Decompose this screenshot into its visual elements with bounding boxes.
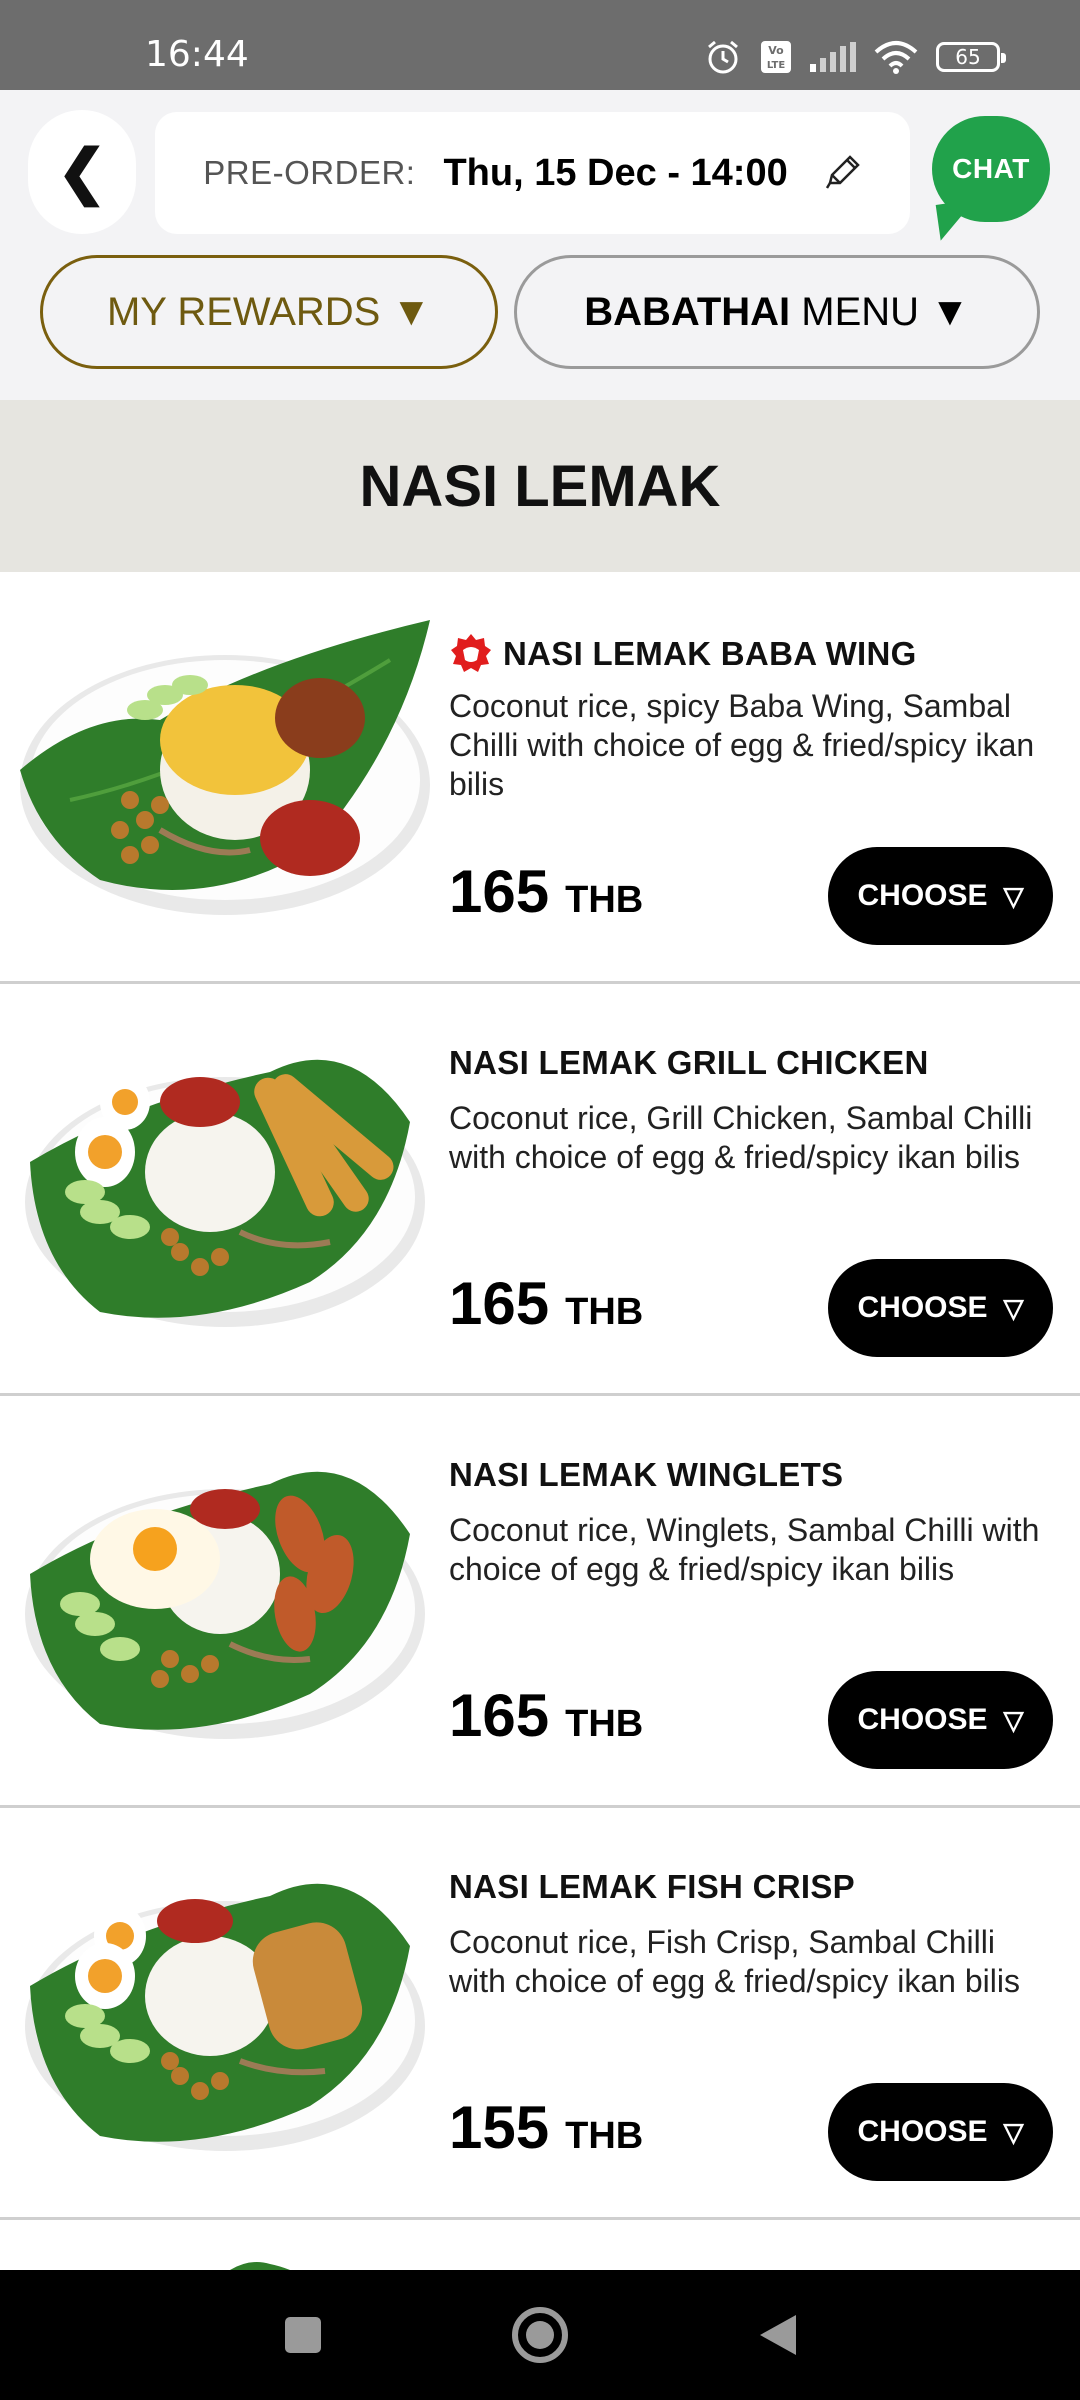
- item-price: 165 THB: [449, 1681, 643, 1750]
- item-price: 165 THB: [449, 857, 643, 926]
- choose-button[interactable]: CHOOSE ▽: [828, 1259, 1053, 1357]
- item-name-text: NASI LEMAK GRILL CHICKEN: [449, 1044, 929, 1081]
- triangle-down-icon: ▽: [1003, 1292, 1024, 1323]
- menu-item[interactable]: NASI LEMAK FISH CRISP Coconut rice, Fish…: [0, 1808, 1080, 2220]
- recent-apps-button[interactable]: [268, 2305, 338, 2365]
- section-title: NASI LEMAK: [0, 400, 1080, 572]
- item-price: 165 THB: [449, 1269, 643, 1338]
- svg-text:LTE: LTE: [767, 60, 786, 71]
- dish-image: [25, 1883, 425, 2151]
- price-amount: 165: [449, 1270, 550, 1337]
- home-circle-icon: [512, 2307, 568, 2363]
- triangle-down-icon: ▽: [1003, 880, 1024, 911]
- item-description: Coconut rice, Grill Chicken, Sambal Chil…: [449, 1100, 1033, 1175]
- item-name-text: NASI LEMAK WINGLETS: [449, 1456, 844, 1493]
- item-description: Coconut rice, Winglets, Sambal Chilli wi…: [449, 1512, 1040, 1587]
- price-currency: THB: [565, 879, 644, 921]
- price-amount: 165: [449, 1682, 550, 1749]
- dish-image-peek: [230, 2262, 290, 2270]
- choose-label: CHOOSE: [857, 2115, 988, 2148]
- menu-item[interactable]: NASI LEMAK GRILL CHICKEN Coconut rice, G…: [0, 984, 1080, 1396]
- price-currency: THB: [565, 1703, 644, 1745]
- status-bar: 16:44 Vo LTE 65: [0, 0, 1080, 90]
- menu-brand-label: BABATHAI: [584, 289, 791, 334]
- price-currency: THB: [565, 2115, 644, 2157]
- home-button[interactable]: [505, 2305, 575, 2365]
- preorder-label: PRE-ORDER:: [203, 154, 416, 191]
- choose-label: CHOOSE: [857, 1703, 988, 1736]
- price-amount: 165: [449, 858, 550, 925]
- choose-label: CHOOSE: [857, 1291, 988, 1324]
- triangle-down-icon: ▽: [1003, 1704, 1024, 1735]
- next-item-peek: [0, 2220, 1080, 2270]
- choose-button[interactable]: CHOOSE ▽: [828, 2083, 1053, 2181]
- item-name-text: NASI LEMAK BABA WING: [503, 635, 917, 672]
- menu-label: MENU ▼: [801, 289, 970, 334]
- chat-label: CHAT: [952, 153, 1030, 184]
- volte-icon: Vo LTE: [761, 41, 791, 73]
- back-triangle-icon: [760, 2315, 796, 2355]
- preorder-selector[interactable]: PRE-ORDER: Thu, 15 Dec - 14:00: [155, 112, 910, 234]
- choose-button[interactable]: CHOOSE ▽: [828, 847, 1053, 945]
- item-name: NASI LEMAK BABA WING: [449, 632, 917, 676]
- dish-image: [20, 620, 430, 915]
- menu-item[interactable]: NASI LEMAK WINGLETS Coconut rice, Wingle…: [0, 1396, 1080, 1808]
- system-nav-bar: [0, 2270, 1080, 2400]
- spicy-badge-icon: [451, 634, 491, 672]
- preorder-datetime: Thu, 15 Dec - 14:00: [443, 151, 788, 194]
- item-price: 155 THB: [449, 2093, 643, 2162]
- back-button[interactable]: ❮: [28, 110, 136, 234]
- menu-item[interactable]: NASI LEMAK BABA WING Coconut rice, spicy…: [0, 572, 1080, 984]
- svg-text:Vo: Vo: [768, 44, 784, 57]
- chat-button[interactable]: CHAT: [932, 116, 1050, 241]
- menu-selector-button[interactable]: BABATHAI MENU ▼: [514, 255, 1040, 369]
- dish-image: [25, 1471, 425, 1739]
- item-name: NASI LEMAK WINGLETS: [449, 1456, 843, 1494]
- item-description: Coconut rice, Fish Crisp, Sambal Chilli …: [449, 1924, 1020, 1999]
- my-rewards-button[interactable]: MY REWARDS ▼: [40, 255, 498, 369]
- header: ❮ PRE-ORDER: Thu, 15 Dec - 14:00 CHAT MY…: [0, 90, 1080, 400]
- battery-icon: 65: [936, 42, 1006, 72]
- choose-label: CHOOSE: [857, 879, 988, 912]
- my-rewards-label: MY REWARDS ▼: [106, 289, 432, 334]
- back-nav-button[interactable]: [743, 2305, 813, 2365]
- item-name-text: NASI LEMAK FISH CRISP: [449, 1868, 855, 1905]
- status-time: 16:44: [145, 34, 249, 75]
- choose-button[interactable]: CHOOSE ▽: [828, 1671, 1053, 1769]
- alarm-icon: [708, 40, 738, 74]
- wifi-icon: [874, 41, 918, 74]
- price-amount: 155: [449, 2094, 550, 2161]
- item-name: NASI LEMAK FISH CRISP: [449, 1868, 855, 1906]
- item-description: Coconut rice, spicy Baba Wing, Sambal Ch…: [449, 688, 1035, 802]
- dish-image: [25, 1059, 425, 1327]
- triangle-down-icon: ▽: [1003, 2116, 1024, 2147]
- back-icon: ❮: [56, 138, 108, 205]
- square-icon: [285, 2317, 321, 2353]
- pencil-icon[interactable]: [822, 153, 862, 193]
- signal-icon: [810, 42, 856, 72]
- status-icons: Vo LTE 65: [704, 38, 1006, 76]
- price-currency: THB: [565, 1291, 644, 1333]
- item-name: NASI LEMAK GRILL CHICKEN: [449, 1044, 929, 1082]
